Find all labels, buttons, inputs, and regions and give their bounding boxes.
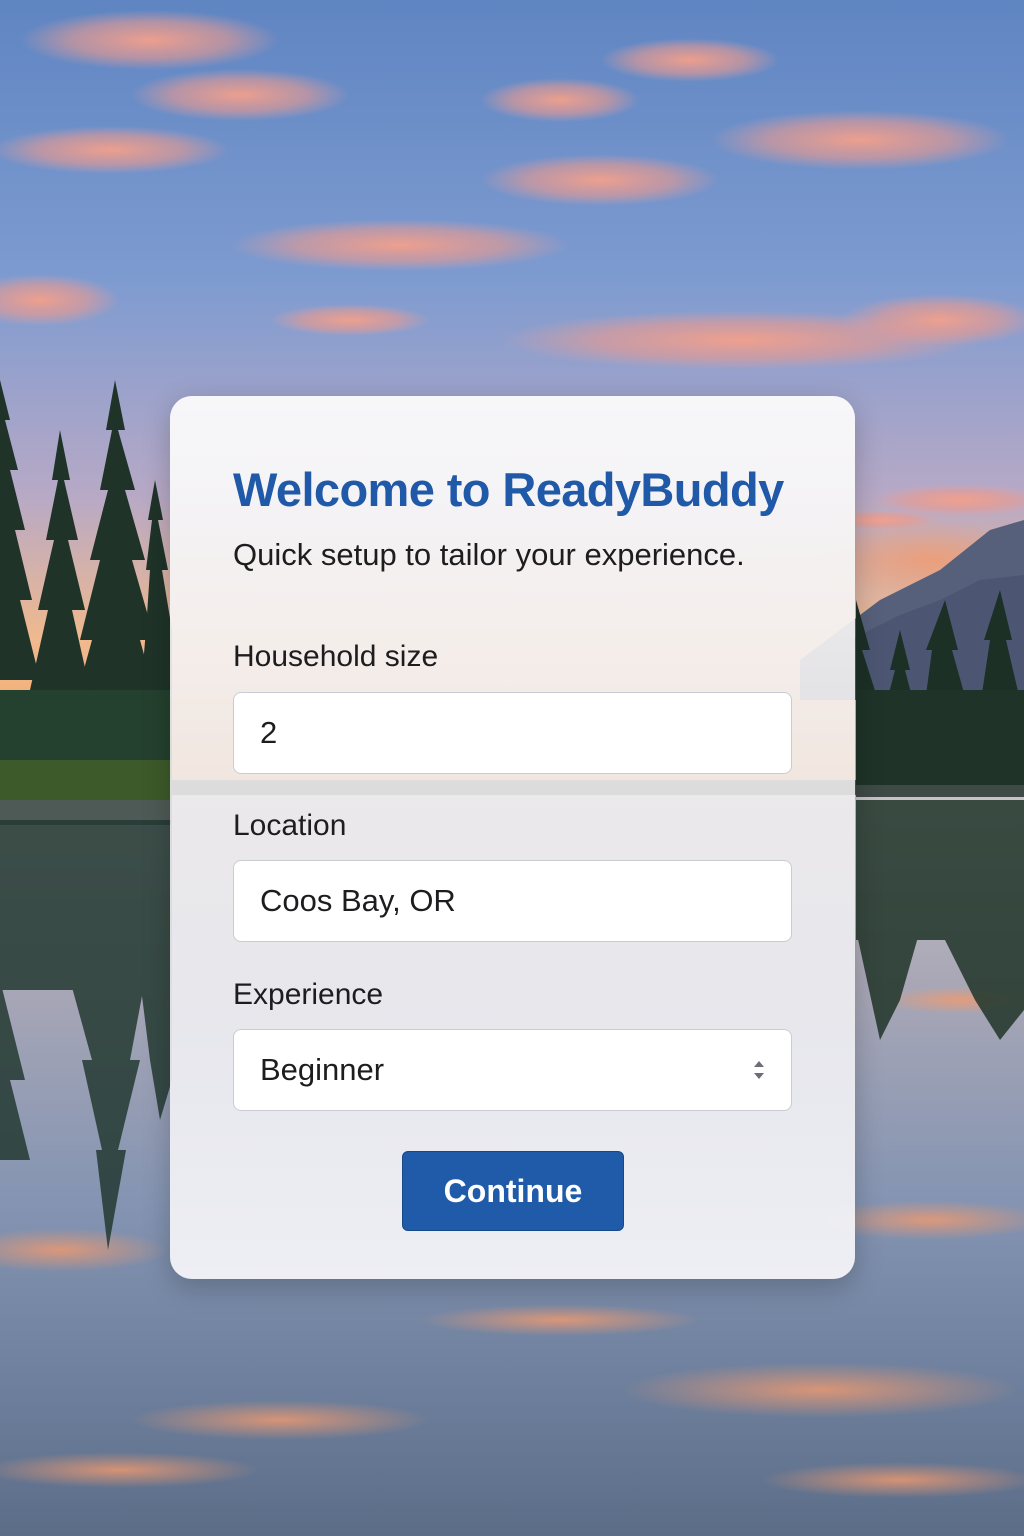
- page-subtitle: Quick setup to tailor your experience.: [233, 537, 745, 572]
- up-down-chevron-icon: [754, 1061, 764, 1079]
- experience-label: Experience: [233, 978, 384, 1011]
- household-size-input[interactable]: 2: [233, 692, 792, 774]
- location-label: Location: [233, 809, 347, 842]
- experience-select[interactable]: Beginner: [233, 1029, 792, 1111]
- page-title: Welcome to ReadyBuddy: [233, 463, 784, 516]
- location-value: Coos Bay, OR: [260, 883, 456, 918]
- household-size-label: Household size: [233, 640, 439, 673]
- setup-card: Welcome to ReadyBuddy Quick setup to tai…: [170, 396, 855, 1279]
- location-input[interactable]: Coos Bay, OR: [233, 860, 792, 942]
- household-size-value: 2: [260, 715, 278, 750]
- continue-button[interactable]: Continue: [402, 1151, 624, 1231]
- experience-value: Beginner: [260, 1052, 385, 1087]
